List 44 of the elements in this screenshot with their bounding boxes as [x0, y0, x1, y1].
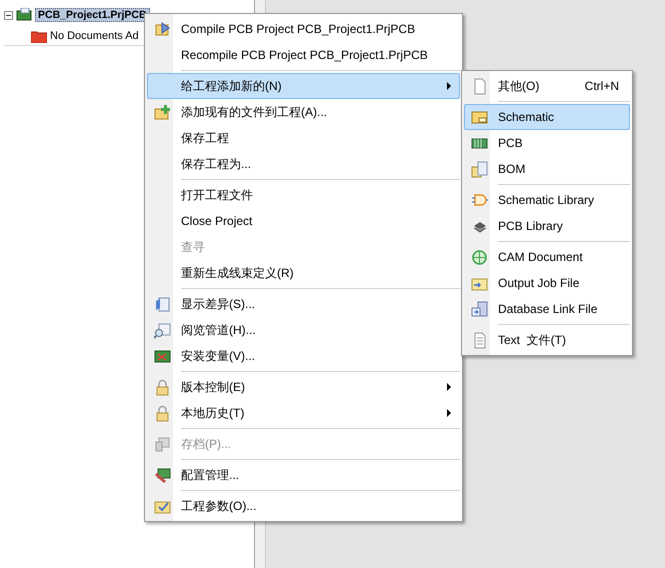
menu-item[interactable]: 给工程添加新的(N): [147, 73, 460, 99]
menu-item[interactable]: Text 文件(T): [464, 327, 630, 353]
menu-item[interactable]: 本地历史(T): [147, 400, 460, 426]
menu-item[interactable]: Recompile PCB Project PCB_Project1.PrjPCB: [147, 42, 460, 68]
menu-item[interactable]: CAM Document: [464, 244, 630, 270]
menu-item[interactable]: 显示差异(S)...: [147, 291, 460, 317]
circuit-board-icon: [16, 8, 32, 22]
menu-item[interactable]: PCB: [464, 130, 630, 156]
menu-item[interactable]: 配置管理...: [147, 462, 460, 488]
project-node[interactable]: PCB_Project1.PrjPCB: [35, 8, 150, 22]
menu-item[interactable]: BOM: [464, 156, 630, 182]
menu-item[interactable]: Schematic: [464, 104, 630, 130]
menu-item[interactable]: Output Job File: [464, 270, 630, 296]
menu-item[interactable]: PCB Library: [464, 213, 630, 239]
schematic-sheet-icon: [470, 108, 488, 126]
tree-item[interactable]: No Documents Ad: [50, 30, 139, 42]
magnifier-grid-icon: [154, 322, 170, 338]
menu-item[interactable]: Close Project: [147, 208, 460, 234]
compile-icon: [154, 20, 170, 38]
menu-item[interactable]: 工程参数(O)...: [147, 493, 460, 519]
database-link-icon: [470, 300, 488, 318]
padlock-icon: [154, 404, 170, 422]
menu-item[interactable]: 版本控制(E): [147, 374, 460, 400]
target-icon: [470, 248, 488, 266]
compare-icon: [154, 296, 170, 312]
folder-icon: [31, 30, 47, 42]
shortcut-label: Ctrl+N: [584, 79, 620, 93]
menu-item[interactable]: 打开工程文件: [147, 182, 460, 208]
menu-item[interactable]: 其他(O) Ctrl+N: [464, 73, 630, 99]
component-outline-icon: [470, 192, 488, 208]
collapse-toggle[interactable]: [4, 10, 13, 20]
circuit-board-icon: [154, 348, 170, 364]
documents-icon: [470, 160, 488, 178]
menu-item[interactable]: 保存工程为...: [147, 151, 460, 177]
menu-item[interactable]: 保存工程: [147, 125, 460, 151]
menu-item[interactable]: Schematic Library: [464, 187, 630, 213]
menu-item[interactable]: Database Link File: [464, 296, 630, 322]
padlock-icon: [154, 378, 170, 396]
menu-item[interactable]: Compile PCB Project PCB_Project1.PrjPCB: [147, 16, 460, 42]
menu-item[interactable]: 添加现有的文件到工程(A)...: [147, 99, 460, 125]
menu-item[interactable]: 重新生成线束定义(R): [147, 260, 460, 286]
add-file-icon: [154, 104, 170, 120]
menu-item[interactable]: 安装变量(V)...: [147, 343, 460, 369]
menu-item[interactable]: 阅览管道(H)...: [147, 317, 460, 343]
